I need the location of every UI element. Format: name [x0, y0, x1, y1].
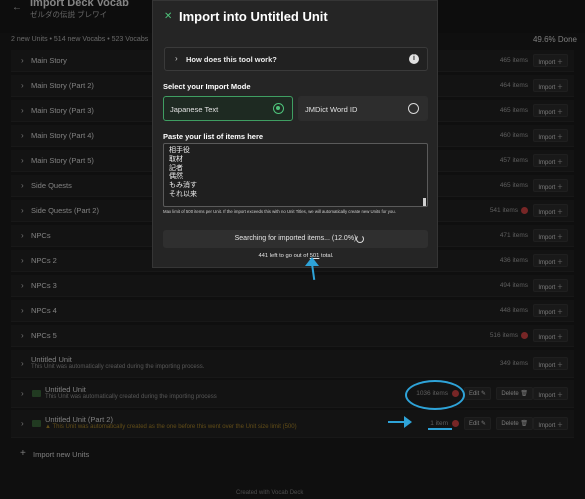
- annotation-underline: [428, 428, 452, 430]
- info-icon: i: [409, 54, 419, 64]
- scrollbar-thumb[interactable]: [423, 198, 426, 206]
- spinner-icon: [356, 235, 364, 243]
- import-mode-label: Select your Import Mode: [163, 82, 251, 91]
- radio-selected-icon[interactable]: [273, 103, 284, 114]
- chevron-right-icon: ›: [175, 54, 178, 63]
- annotation-circle: [405, 380, 465, 410]
- items-textarea[interactable]: 相手役 取材 記者 偶然 もみ消す それ以来: [163, 143, 428, 207]
- remaining-status: 441 left to go out of 501 total.: [258, 253, 334, 259]
- limit-hint: Max limit of 500 items per Unit. If the …: [163, 209, 396, 214]
- close-icon[interactable]: ✕: [164, 11, 172, 22]
- search-progress: Searching for imported items... (12.0%): [163, 230, 428, 248]
- mode-jmdict-word-id[interactable]: JMDict Word ID: [298, 96, 428, 121]
- how-it-works-accordion[interactable]: › How does this tool work? i: [164, 47, 428, 71]
- paste-label: Paste your list of items here: [163, 132, 264, 141]
- radio-unselected-icon[interactable]: [408, 103, 419, 114]
- mode-japanese-text[interactable]: Japanese Text: [163, 96, 293, 121]
- import-modal: ✕ Import into Untitled Unit › How does t…: [152, 0, 438, 268]
- annotation-arrow-head: [404, 416, 412, 428]
- modal-title: Import into Untitled Unit: [179, 9, 328, 24]
